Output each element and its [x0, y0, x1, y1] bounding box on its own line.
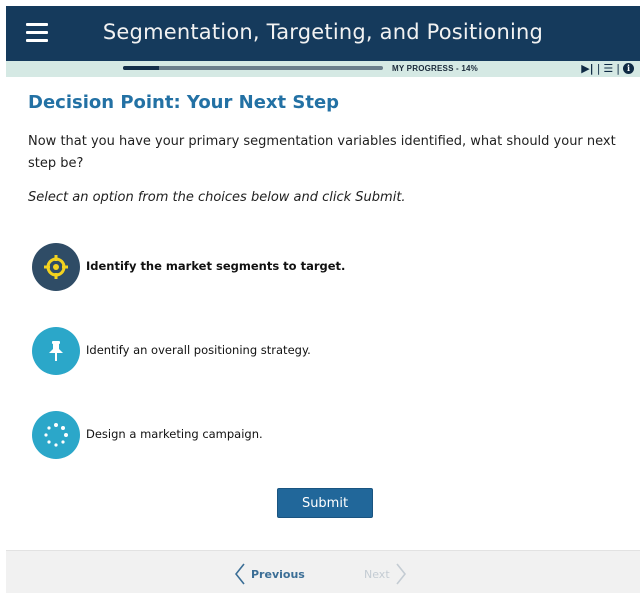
page-heading: Decision Point: Your Next Step [28, 92, 340, 113]
progress-bar [123, 66, 383, 70]
previous-button[interactable]: Previous [235, 563, 305, 585]
progress-fill [123, 66, 160, 70]
info-icon[interactable]: i [623, 63, 634, 74]
dotted-circle-icon[interactable] [32, 411, 80, 459]
previous-label: Previous [251, 567, 305, 581]
chevron-right-icon [396, 563, 406, 585]
option-marketing-campaign[interactable]: Design a marketing campaign. [32, 411, 492, 459]
next-button[interactable]: Next [364, 563, 406, 585]
table-of-contents-icon[interactable]: ☰ [603, 62, 613, 75]
footer-nav: Previous Next [6, 550, 640, 593]
target-icon[interactable] [32, 243, 80, 291]
instruction-text: Select an option from the choices below … [28, 190, 406, 205]
divider: | [596, 62, 601, 75]
submit-button[interactable]: Submit [277, 488, 373, 518]
divider: | [616, 62, 620, 75]
question-prompt: Now that you have your primary segmentat… [28, 134, 616, 171]
option-label: Identify the market segments to target. [86, 259, 346, 273]
app-title: Segmentation, Targeting, and Positioning [102, 20, 544, 44]
option-label: Identify an overall positioning strategy… [86, 343, 311, 357]
app-header: Segmentation, Targeting, and Positioning [6, 6, 640, 61]
progress-strip: MY PROGRESS - 14% ▶| | ☰ | i [6, 61, 640, 77]
option-target-segments[interactable]: Identify the market segments to target. [32, 243, 492, 291]
next-label: Next [364, 567, 390, 581]
option-positioning-strategy[interactable]: Identify an overall positioning strategy… [32, 327, 492, 375]
chevron-left-icon [235, 563, 245, 585]
pushpin-icon[interactable] [32, 327, 80, 375]
option-label: Design a marketing campaign. [86, 427, 263, 441]
play-next-icon[interactable]: ▶| [581, 62, 593, 75]
main-content: Decision Point: Your Next Step Now that … [28, 77, 628, 205]
toolbar-icons: ▶| | ☰ | i [581, 62, 634, 75]
progress-label: MY PROGRESS - 14% [392, 64, 478, 73]
